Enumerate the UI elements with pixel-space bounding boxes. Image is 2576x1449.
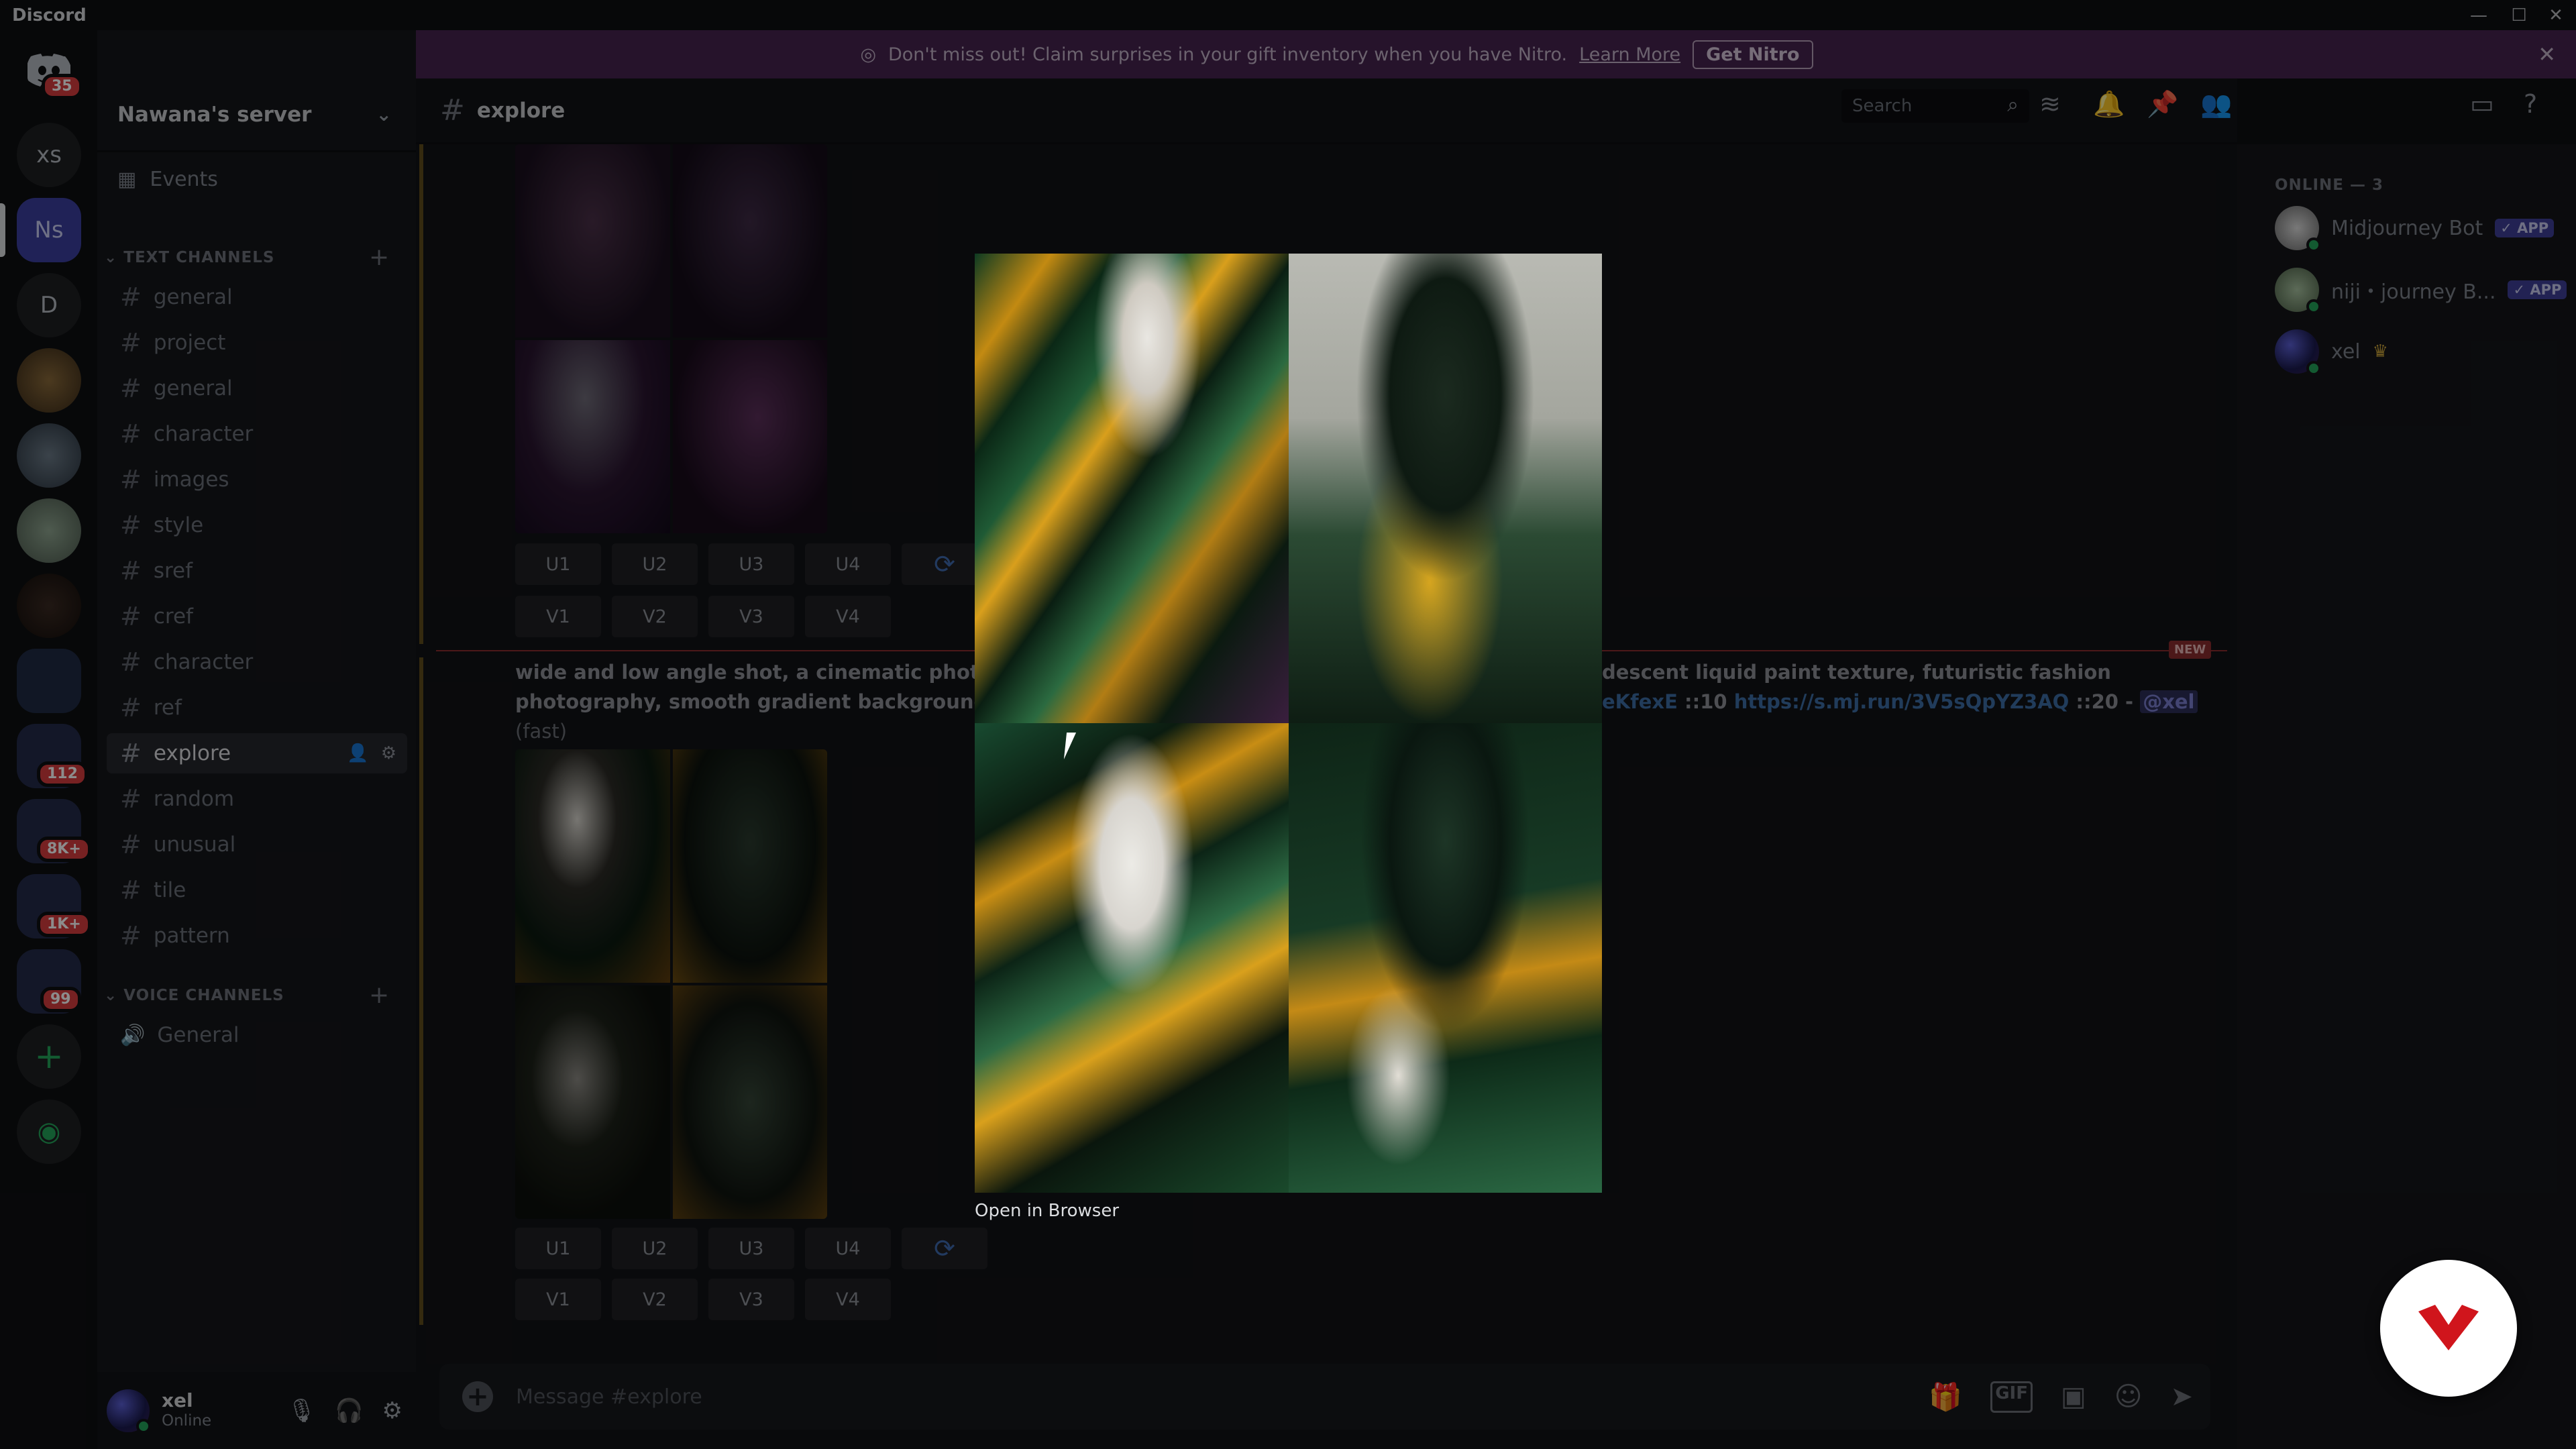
image-viewer[interactable] xyxy=(975,254,1602,1193)
open-in-browser-link[interactable]: Open in Browser xyxy=(975,1201,1119,1221)
floating-app-button[interactable] xyxy=(2380,1260,2517,1397)
mouse-cursor-icon xyxy=(1063,733,1086,759)
heart-logo-icon xyxy=(2418,1305,2479,1350)
